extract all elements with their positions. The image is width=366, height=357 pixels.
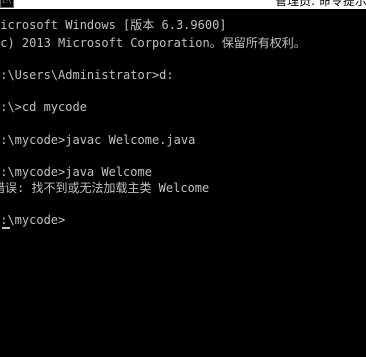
console-line: Microsoft Windows [版本 6.3.9600] [0, 18, 227, 32]
console-prompt-line: D:\mycode> [0, 213, 66, 227]
console-line: (c) 2013 Microsoft Corporation。保留所有权利。 [0, 36, 306, 50]
console-line: 错误: 找不到或无法加载主类 Welcome [0, 181, 210, 195]
console-line: D:\>cd mycode [0, 100, 87, 114]
cmd-app-icon[interactable]: C:\ [0, 0, 14, 8]
title-bar[interactable]: C:\ 管理员: 命令提示 [0, 0, 366, 9]
console-output[interactable]: Microsoft Windows [版本 6.3.9600] (c) 2013… [0, 9, 366, 357]
console-line: D:\mycode>java Welcome [0, 165, 152, 179]
window-title: 管理员: 命令提示 [275, 0, 366, 8]
console-line: C:\Users\Administrator>d: [0, 68, 174, 82]
command-prompt-window: C:\ 管理员: 命令提示 Microsoft Windows [版本 6.3.… [0, 0, 366, 357]
text-cursor [2, 227, 10, 229]
console-line: D:\mycode>javac Welcome.java [0, 133, 196, 147]
